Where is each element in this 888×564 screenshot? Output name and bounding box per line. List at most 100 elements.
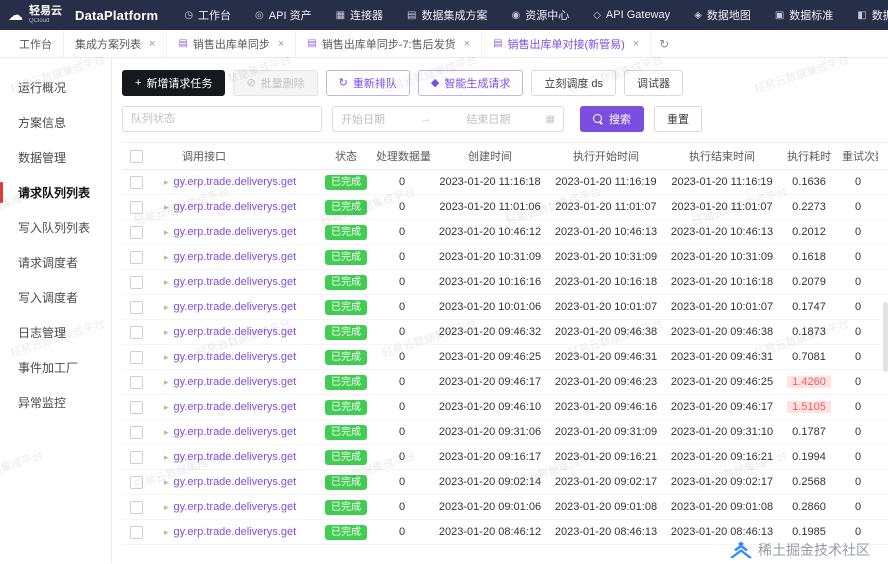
nav-item-api-assets[interactable]: ◎API 资产 <box>243 0 324 30</box>
row-checkbox[interactable] <box>130 526 143 539</box>
nav-item-data-standards[interactable]: ▣数据标准 <box>763 0 845 30</box>
processed-count: 0 <box>372 301 432 313</box>
tab-integration-plan-list[interactable]: 集成方案列表× <box>64 30 167 57</box>
calendar-icon: ▦ <box>546 114 555 125</box>
sidebar-item-data-management[interactable]: 数据管理 <box>0 140 111 175</box>
row-checkbox[interactable] <box>130 201 143 214</box>
sidebar-item-exception-monitor[interactable]: 异常监控 <box>0 385 111 420</box>
api-link[interactable]: gy.erp.trade.deliverys.get <box>174 176 297 188</box>
sidebar-item-request-scheduler[interactable]: 请求调度者 <box>0 245 111 280</box>
row-checkbox[interactable] <box>130 326 143 339</box>
api-cell: ▸ gy.erp.trade.deliverys.get <box>160 251 320 263</box>
nav-item-data-map[interactable]: ◈数据地图 <box>682 0 763 30</box>
expand-caret-icon[interactable]: ▸ <box>164 177 169 188</box>
row-checkbox[interactable] <box>130 276 143 289</box>
row-checkbox[interactable] <box>130 451 143 464</box>
nav-item-resource-center[interactable]: ◉资源中心 <box>499 0 581 30</box>
api-link[interactable]: gy.erp.trade.deliverys.get <box>174 376 297 388</box>
api-link[interactable]: gy.erp.trade.deliverys.get <box>174 301 297 313</box>
api-link[interactable]: gy.erp.trade.deliverys.get <box>174 251 297 263</box>
sidebar-item-write-scheduler[interactable]: 写入调度者 <box>0 280 111 315</box>
expand-caret-icon[interactable]: ▸ <box>164 227 169 238</box>
nav-item-connectors[interactable]: ▦连接器 <box>324 0 395 30</box>
date-range-picker[interactable]: 开始日期 → 结束日期 ▦ <box>332 106 564 132</box>
row-checkbox[interactable] <box>130 401 143 414</box>
select-all-checkbox[interactable] <box>130 150 143 163</box>
smart-generate-request-button[interactable]: ◆智能生成请求 <box>418 70 523 96</box>
sidebar-item-event-factory[interactable]: 事件加工厂 <box>0 350 111 385</box>
row-checkbox[interactable] <box>130 426 143 439</box>
queue-status-input[interactable] <box>122 106 322 132</box>
vertical-scrollbar[interactable] <box>883 302 888 372</box>
api-link[interactable]: gy.erp.trade.deliverys.get <box>174 351 297 363</box>
row-checkbox[interactable] <box>130 351 143 364</box>
expand-caret-icon[interactable]: ▸ <box>164 377 169 388</box>
sidebar-item-request-queue-list[interactable]: 请求队列列表 <box>0 175 111 210</box>
row-checkbox[interactable] <box>130 501 143 514</box>
api-assets-icon: ◎ <box>255 10 264 21</box>
nav-item-data-models[interactable]: ◧数据模型 <box>845 0 888 30</box>
tab-sales-outbound-sync-7[interactable]: ▤销售出库单同步-7:售后发货× <box>296 30 482 57</box>
tab-sales-outbound-sync[interactable]: ▤销售出库单同步× <box>167 30 296 57</box>
row-checkbox[interactable] <box>130 476 143 489</box>
api-link[interactable]: gy.erp.trade.deliverys.get <box>174 226 297 238</box>
expand-caret-icon[interactable]: ▸ <box>164 252 169 263</box>
sidebar-item-log-management[interactable]: 日志管理 <box>0 315 111 350</box>
expand-caret-icon[interactable]: ▸ <box>164 452 169 463</box>
close-icon[interactable]: × <box>149 38 155 50</box>
tab-workbench[interactable]: 工作台 <box>8 30 64 57</box>
expand-caret-icon[interactable]: ▸ <box>164 327 169 338</box>
row-checkbox[interactable] <box>130 251 143 264</box>
data-integration-plans-icon: ▤ <box>407 10 416 21</box>
api-link[interactable]: gy.erp.trade.deliverys.get <box>174 476 297 488</box>
workbench-icon: ◷ <box>184 10 193 21</box>
expand-caret-icon[interactable]: ▸ <box>164 402 169 413</box>
sidebar-item-run-overview[interactable]: 运行概况 <box>0 70 111 105</box>
api-link[interactable]: gy.erp.trade.deliverys.get <box>174 426 297 438</box>
expand-caret-icon[interactable]: ▸ <box>164 477 169 488</box>
tab-sales-outbound-connect[interactable]: ▤销售出库单对接(新管易)× <box>482 30 651 57</box>
close-icon[interactable]: × <box>278 38 284 50</box>
button-label: 立刻调度 ds <box>544 75 603 91</box>
processed-count: 0 <box>372 276 432 288</box>
expand-caret-icon[interactable]: ▸ <box>164 302 169 313</box>
api-link[interactable]: gy.erp.trade.deliverys.get <box>174 326 297 338</box>
nav-item-api-gateway[interactable]: ◇API Gateway <box>581 0 682 30</box>
row-checkbox[interactable] <box>130 176 143 189</box>
nav-item-workbench[interactable]: ◷工作台 <box>172 0 243 30</box>
api-link[interactable]: gy.erp.trade.deliverys.get <box>174 501 297 513</box>
refresh-icon[interactable]: ↻ <box>659 37 669 51</box>
expand-caret-icon[interactable]: ▸ <box>164 527 169 538</box>
expand-caret-icon[interactable]: ▸ <box>164 352 169 363</box>
sidebar-item-plan-info[interactable]: 方案信息 <box>0 105 111 140</box>
api-link[interactable]: gy.erp.trade.deliverys.get <box>174 201 297 213</box>
tab-label: 工作台 <box>19 36 52 52</box>
api-link[interactable]: gy.erp.trade.deliverys.get <box>174 276 297 288</box>
expand-caret-icon[interactable]: ▸ <box>164 427 169 438</box>
debugger-button[interactable]: 调试器 <box>624 70 683 96</box>
brand[interactable]: ☁ 轻易云 QCloud DataPlatform <box>8 6 158 24</box>
batch-delete-button[interactable]: ⊘批量删除 <box>233 70 317 96</box>
duration-cell: 0.1985 <box>780 526 838 538</box>
add-request-task-button[interactable]: +新增请求任务 <box>122 70 225 96</box>
nav-item-data-integration-plans[interactable]: ▤数据集成方案 <box>395 0 499 30</box>
api-link[interactable]: gy.erp.trade.deliverys.get <box>174 451 297 463</box>
row-checkbox[interactable] <box>130 301 143 314</box>
retry-count: 0 <box>838 501 878 513</box>
reset-button[interactable]: 重置 <box>654 106 702 132</box>
api-link[interactable]: gy.erp.trade.deliverys.get <box>174 401 297 413</box>
expand-caret-icon[interactable]: ▸ <box>164 502 169 513</box>
row-checkbox[interactable] <box>130 376 143 389</box>
close-icon[interactable]: × <box>464 38 470 50</box>
expand-caret-icon[interactable]: ▸ <box>164 202 169 213</box>
close-icon[interactable]: × <box>633 38 639 50</box>
search-button[interactable]: 搜索 <box>580 106 644 132</box>
schedule-now-button[interactable]: 立刻调度 ds <box>531 70 616 96</box>
sidebar-item-write-queue-list[interactable]: 写入队列列表 <box>0 210 111 245</box>
column-header: 处理数据量 <box>372 148 432 164</box>
brand-name-en: QCloud <box>29 18 62 24</box>
requeue-button[interactable]: ↻重新排队 <box>326 70 410 96</box>
expand-caret-icon[interactable]: ▸ <box>164 277 169 288</box>
api-link[interactable]: gy.erp.trade.deliverys.get <box>174 526 297 538</box>
row-checkbox[interactable] <box>130 226 143 239</box>
